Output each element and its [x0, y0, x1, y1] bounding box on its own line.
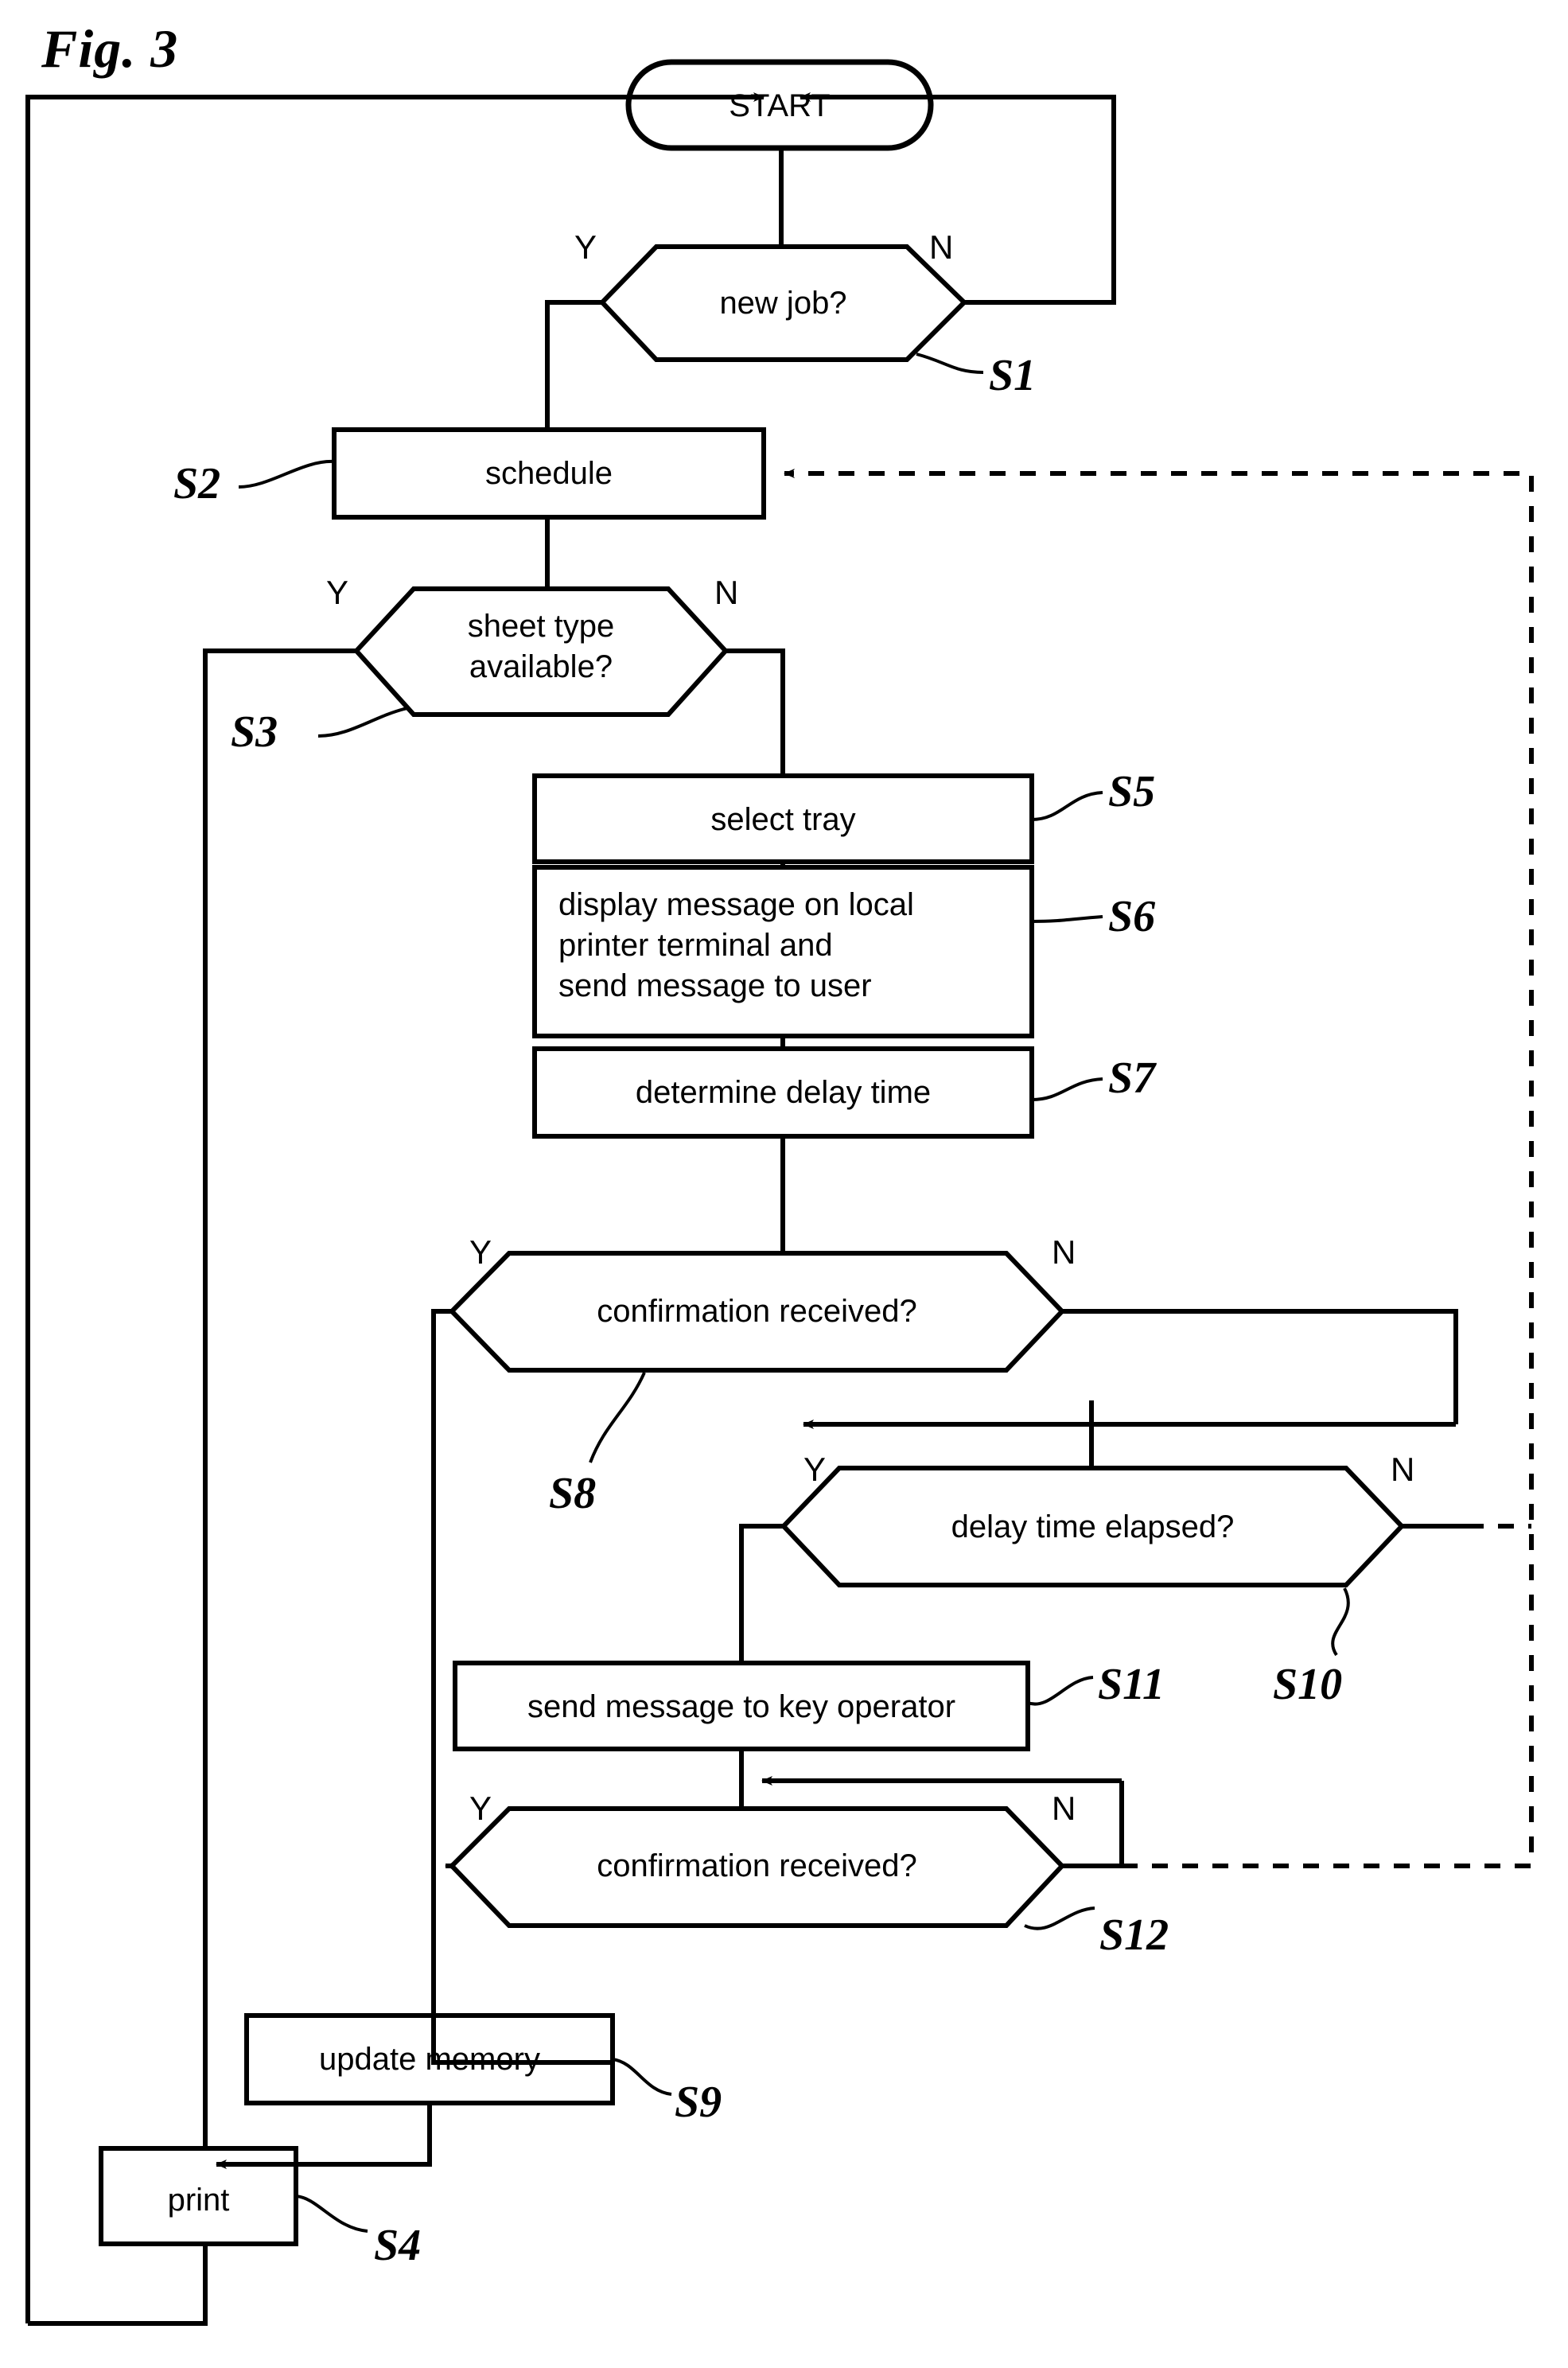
branch-label-s3-yes: Y [326, 574, 349, 611]
branch-label-s12-no: N [1052, 1790, 1076, 1827]
leader-s8 [589, 1372, 646, 1463]
figure-sheet: Fig. 3 START new job? schedule sheet typ… [0, 0, 1568, 2368]
branch-label-s10-no: N [1391, 1451, 1415, 1488]
leader-lines [238, 352, 1350, 2233]
leader-s1 [916, 352, 984, 374]
leader-s2 [238, 459, 335, 489]
leader-s9 [612, 2058, 672, 2096]
branch-label-s12-yes: Y [469, 1790, 492, 1827]
leader-s11 [1027, 1676, 1094, 1706]
branch-label-s10-yes: Y [803, 1451, 827, 1488]
branch-label-s8-yes: Y [469, 1233, 492, 1271]
branch-label-s1-no: N [929, 228, 954, 266]
branch-label-s1-yes: Y [574, 228, 597, 266]
leader-s12 [1024, 1906, 1095, 1930]
leader-s10 [1331, 1587, 1350, 1657]
leader-s4 [295, 2195, 368, 2233]
branch-label-s8-no: N [1052, 1233, 1076, 1271]
leader-s7 [1031, 1077, 1103, 1101]
branch-label-s3-no: N [714, 574, 739, 611]
leader-s6 [1031, 915, 1103, 923]
leader-s5 [1031, 791, 1103, 821]
leader-s3 [317, 707, 408, 738]
